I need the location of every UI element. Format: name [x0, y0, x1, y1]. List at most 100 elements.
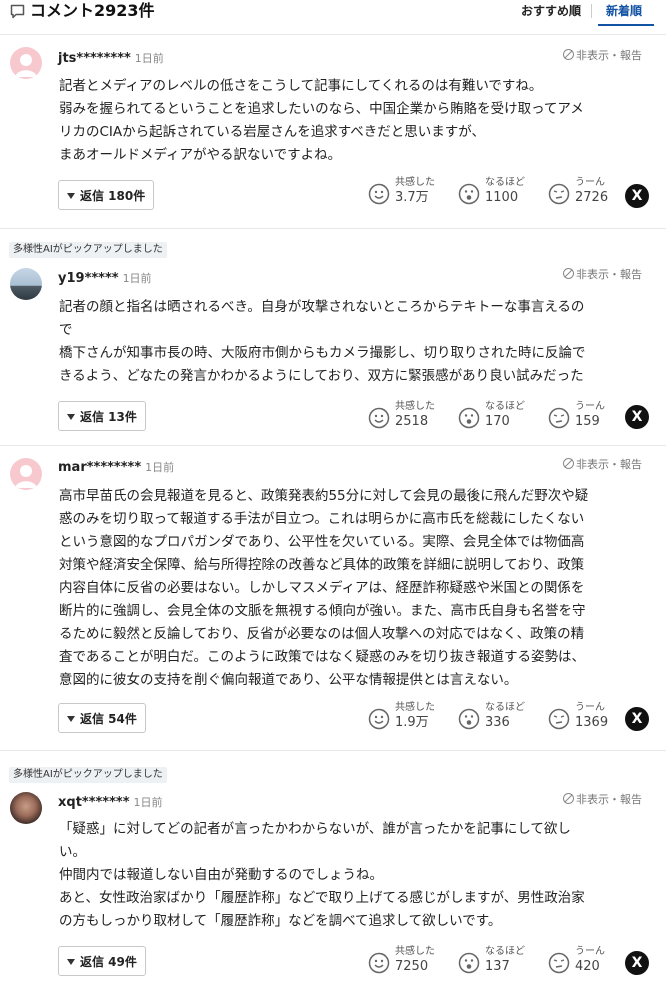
comment-time: 1日前 — [122, 272, 152, 285]
comment-line: 橋下さんが知事市長の時、大阪府市側からもカメラ撮影し、切り取りされた時に反論で — [59, 345, 586, 361]
sort-newest-tab[interactable]: 新着順 — [606, 2, 642, 20]
ai-pick-badge: 多様性AIがピックアップしました — [9, 767, 167, 783]
prohibit-icon — [563, 268, 574, 279]
comment-time: 1日前 — [134, 52, 164, 65]
surprised-icon — [458, 183, 480, 205]
comment-line: の方もしっかり取材して「履歴詐称」などを調べて追求して欲しいです。 — [59, 913, 502, 929]
avatar[interactable] — [10, 792, 42, 824]
thinking-icon — [548, 952, 570, 974]
caret-down-icon — [67, 414, 75, 420]
comment-divider — [0, 445, 666, 446]
react-hmm-count: 1369 — [575, 715, 609, 730]
caret-down-icon — [67, 193, 75, 199]
comment-body: 高市早苗氏の会見報道を見ると、政策発表約55分に対して会見の最後に飛んだ野次や疑… — [59, 485, 647, 692]
react-indeed-count: 336 — [485, 715, 510, 730]
smile-icon — [368, 708, 390, 730]
comment-line: きるよう、どなたの発言かわかるようにしており、双方に緊張感があり良い試みだった — [59, 368, 584, 384]
hide-report-link[interactable]: 非表示・報告 — [563, 268, 642, 282]
sort-recommended-tab[interactable]: おすすめ順 — [521, 2, 581, 20]
react-hmm-count: 2726 — [575, 190, 609, 205]
author-name[interactable]: jts******** — [58, 51, 131, 66]
react-indeed-label: なるほど — [485, 702, 525, 713]
smile-icon — [368, 407, 390, 429]
comment-time: 1日前 — [133, 796, 163, 809]
comment-line: で — [59, 322, 73, 338]
replies-button[interactable]: 返信 13件 — [58, 401, 146, 431]
thinking-icon — [548, 183, 570, 205]
comment-author[interactable]: y19***** 1日前 — [58, 271, 152, 287]
react-indeed-label: なるほど — [485, 401, 525, 412]
comment-line: 断片的に強調し、会見全体の文脈を無視する傾向が強い。また、高市氏自身も名誉を守 — [59, 603, 586, 619]
thinking-icon — [548, 407, 570, 429]
hide-report-label: 非表示・報告 — [576, 49, 642, 62]
comment-line: 査であることが明白だ。このように政策ではなく疑惑のみを切り抜き報道する姿勢は、 — [59, 649, 585, 665]
hide-report-link[interactable]: 非表示・報告 — [563, 49, 642, 63]
comment-author[interactable]: mar******** 1日前 — [58, 460, 174, 476]
comment-author[interactable]: xqt******* 1日前 — [58, 795, 163, 811]
comment-line: という意図的なプロパガンダであり、公平性を欠いている。実際、会見全体では物価高 — [59, 534, 585, 550]
avatar[interactable] — [10, 458, 42, 490]
comment-body: 記者とメディアのレベルの低さをこうして記事にしてくれるのは有難いですね。 弱みを… — [59, 75, 647, 167]
react-hmm-count: 420 — [575, 959, 600, 974]
replies-button[interactable]: 返信 54件 — [58, 703, 146, 733]
default-user-icon — [15, 54, 37, 77]
comment-body: 「疑惑」に対してどの記者が言ったかわからないが、誰が言ったかを記事にして欲し い… — [59, 818, 647, 933]
prohibit-icon — [563, 458, 574, 469]
replies-label: 返信 13件 — [80, 410, 137, 424]
comment-line: 意図的に彼女の支持を削ぐ偏向報道であり、公平な情報提供とは言えない。 — [59, 672, 518, 688]
surprised-icon — [458, 952, 480, 974]
react-indeed-label: なるほど — [485, 177, 525, 188]
caret-down-icon — [67, 959, 75, 965]
hide-report-link[interactable]: 非表示・報告 — [563, 458, 642, 472]
hide-report-label: 非表示・報告 — [576, 458, 642, 471]
comment-line: 内容自体に反省の必要はない。しかしマスメディアは、経歴詐称疑惑や米国との関係を — [59, 580, 585, 596]
author-name[interactable]: xqt******* — [58, 795, 130, 810]
replies-label: 返信 49件 — [80, 955, 137, 969]
prohibit-icon — [563, 793, 574, 804]
comment-line: い。 — [59, 844, 86, 860]
comments-header: コメント2923件 おすすめ順 新着順 — [0, 0, 666, 26]
hide-report-label: 非表示・報告 — [576, 268, 642, 281]
x-share-icon[interactable]: X — [625, 405, 649, 429]
react-hmm-label: うーん — [575, 401, 605, 412]
comment-line: リカのCIAから起訴されている岩屋さんを追求すべきだと思いますが、 — [59, 124, 486, 140]
surprised-icon — [458, 708, 480, 730]
caret-down-icon — [67, 716, 75, 722]
author-name[interactable]: y19***** — [58, 271, 119, 286]
comment-body: 記者の顔と指名は晒されるべき。自身が攻撃されないところからテキトーな事言えるの … — [59, 296, 647, 388]
react-agree-count: 1.9万 — [395, 715, 429, 730]
react-indeed-count: 170 — [485, 414, 510, 429]
comment-time: 1日前 — [145, 461, 175, 474]
sort-divider — [591, 4, 592, 18]
react-agree-label: 共感した — [395, 401, 435, 412]
avatar[interactable] — [10, 47, 42, 79]
comment-line: まあオールドメディアがやる訳ないですよね。 — [59, 147, 342, 163]
author-name[interactable]: mar******** — [58, 460, 141, 475]
comment-line: 弱みを握られてるということを追求したいのなら、中国企業から賄賂を受け取ってアメ — [59, 101, 584, 117]
comment-author[interactable]: jts******** 1日前 — [58, 51, 164, 67]
comment-line: 「疑惑」に対してどの記者が言ったかわからないが、誰が言ったかを記事にして欲し — [59, 821, 571, 837]
ai-pick-badge: 多様性AIがピックアップしました — [9, 242, 167, 258]
comment-bubble-icon — [10, 4, 25, 19]
hide-report-link[interactable]: 非表示・報告 — [563, 793, 642, 807]
comment-divider — [0, 750, 666, 751]
replies-button[interactable]: 返信 49件 — [58, 946, 146, 976]
comment-divider — [0, 228, 666, 229]
react-indeed-count: 137 — [485, 959, 510, 974]
hide-report-label: 非表示・報告 — [576, 793, 642, 806]
comment-line: 記者とメディアのレベルの低さをこうして記事にしてくれるのは有難いですね。 — [59, 78, 543, 94]
comment-line: あと、女性政治家ばかり「履歴詐称」などで取り上げてる感じがしますが、男性政治家 — [59, 890, 585, 906]
react-indeed-label: なるほど — [485, 946, 525, 957]
replies-button[interactable]: 返信 180件 — [58, 180, 155, 210]
x-share-icon[interactable]: X — [625, 707, 649, 731]
x-share-icon[interactable]: X — [625, 184, 649, 208]
react-agree-count: 3.7万 — [395, 190, 429, 205]
x-share-icon[interactable]: X — [625, 951, 649, 975]
replies-label: 返信 180件 — [80, 189, 146, 203]
comment-line: るために毅然と反論しており、反省が必要なのは個人攻撃への対応ではなく、政策の精 — [59, 626, 585, 642]
active-sort-indicator — [598, 24, 654, 26]
react-agree-label: 共感した — [395, 177, 435, 188]
smile-icon — [368, 952, 390, 974]
comment-line: 惑のみを切り取って報道する手法が目立つ。これは明らかに高市氏を総裁にしたくない — [59, 511, 585, 527]
avatar[interactable] — [10, 268, 42, 300]
